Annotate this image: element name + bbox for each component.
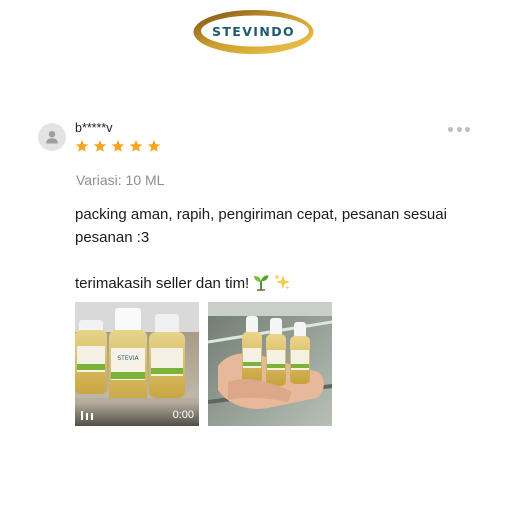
star-icon (147, 140, 161, 152)
sparkles-emoji (274, 274, 291, 290)
star-icon (111, 140, 125, 152)
review-comment: packing aman, rapih, pengiriman cepat, p… (75, 203, 475, 295)
star-icon (75, 140, 89, 152)
review-video-thumbnail[interactable]: STEVIA 0:00 (75, 302, 199, 426)
dot (465, 126, 470, 132)
avatar[interactable] (38, 123, 66, 151)
reviewer-username: b*****v (75, 121, 113, 135)
hand-holding-bottles-image (208, 302, 332, 426)
video-duration: 0:00 (172, 409, 194, 421)
user-icon (46, 131, 58, 144)
comment-line: terimakasih seller dan tim! (75, 275, 250, 292)
svg-text:STEVIA: STEVIA (117, 355, 139, 362)
comment-line: packing aman, rapih, pengiriman cepat, p… (75, 206, 447, 246)
video-icon (81, 411, 93, 420)
review-card: b*****v Variasi10 ML packing aman, rapih… (0, 0, 505, 505)
rating-stars (75, 139, 161, 153)
seedling-emoji (254, 275, 269, 291)
variant-label: Variasi (76, 172, 126, 188)
dot (456, 126, 462, 132)
more-options-icon[interactable] (448, 122, 470, 136)
review-photo-thumbnail[interactable] (208, 302, 332, 426)
variant-info: Variasi10 ML (76, 172, 164, 188)
dot (448, 126, 453, 132)
star-icon (129, 140, 143, 152)
variant-value: 10 ML (125, 172, 165, 188)
star-icon (93, 140, 107, 152)
